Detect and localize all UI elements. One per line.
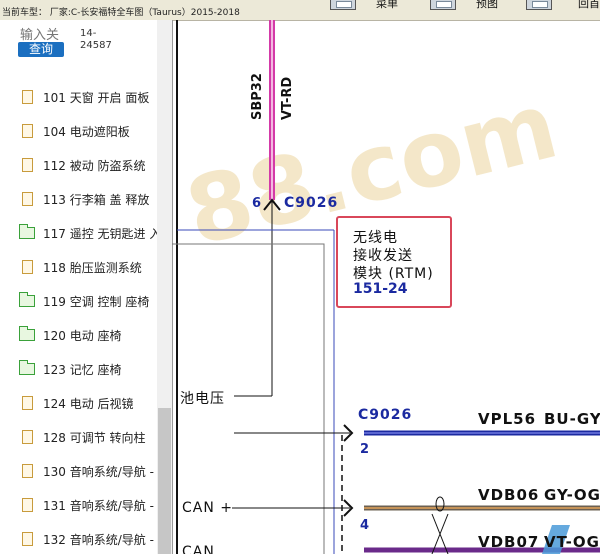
tree-item[interactable]: 101 天窗 开启 面板 (0, 80, 157, 114)
tree-item-label: 131 音响系统/导航 - (43, 499, 154, 513)
tree-item-label: 117 遥控 无钥匙进 入 (43, 227, 162, 241)
tree-item-label: 104 电动遮阳板 (43, 125, 130, 139)
preview-icon (430, 0, 456, 10)
folder-icon (19, 292, 35, 307)
menu-icon (330, 0, 356, 10)
pin2-number: 4 (360, 518, 370, 533)
tree-item[interactable]: 132 音响系统/导航 - (0, 522, 157, 554)
menu-button-label: 菜单 (376, 0, 398, 10)
folder-icon (19, 224, 35, 239)
document-icon (22, 124, 33, 138)
search-input[interactable] (18, 26, 80, 43)
tree-item[interactable]: 112 被动 防盗系统 (0, 148, 157, 182)
folder-icon (19, 326, 35, 341)
document-icon (22, 260, 33, 274)
rtm-line1: 无线电 (353, 230, 398, 246)
wire2-color: GY-OG (544, 486, 600, 504)
rtm-module-box[interactable]: 无线电 接收发送 模块 (RTM) 151-24 (336, 216, 452, 308)
document-icon (22, 498, 33, 512)
document-icon (22, 464, 33, 478)
home-icon (526, 0, 552, 10)
tree-item[interactable]: 104 电动遮阳板 (0, 114, 157, 148)
preview-button-label: 预图 (476, 0, 498, 10)
tree-item-label: 113 行李箱 盖 释放 (43, 193, 150, 207)
connector-right-code: C9026 (358, 407, 413, 423)
tree-item-label: 101 天窗 开启 面板 (43, 91, 150, 105)
diagram-code-line2: 24587 (80, 40, 112, 51)
diagram-code: 14- 24587 (80, 28, 112, 52)
document-icon (22, 396, 33, 410)
search-button[interactable]: 查询 (18, 42, 64, 57)
sidebar: 查询 14- 24587 101 天窗 开启 面板 104 电动遮阳板 112 被动… (0, 20, 173, 554)
wire2-code: VDB06 (478, 486, 540, 504)
tree-item-label: 119 空调 控制 座椅 (43, 295, 150, 309)
wiring-diagram: 88.com SBP32 VT-RD 6 C9026 无线电 接收发送 模块 (… (172, 20, 600, 554)
folder-icon (19, 360, 35, 375)
wire-color-vt-rd: VT-RD (280, 76, 295, 120)
wire3-color: VT-OG (544, 533, 600, 551)
document-icon (22, 430, 33, 444)
document-icon (22, 532, 33, 546)
wire1-color: BU-GY (544, 410, 600, 428)
tree-item[interactable]: 117 遥控 无钥匙进 入 (0, 216, 161, 250)
wire-code-sbp32: SBP32 (250, 73, 265, 120)
wire3-code: VDB07 (478, 533, 540, 551)
tree-item-label: 120 电动 座椅 (43, 329, 122, 343)
document-icon (22, 192, 33, 206)
can-minus-label: CAN (182, 544, 215, 554)
tree-item[interactable]: 128 可调节 转向柱 (0, 420, 157, 454)
tree-item[interactable]: 131 音响系统/导航 - (0, 488, 157, 522)
tree-item-label: 128 可调节 转向柱 (43, 431, 146, 445)
can-plus-label: CAN + (182, 500, 234, 516)
tree-item-label: 132 音响系统/导航 - (43, 533, 154, 547)
tree-item-label: 130 音响系统/导航 - (43, 465, 154, 479)
rtm-line2: 接收发送 (353, 248, 413, 264)
tree-item-label: 123 记忆 座椅 (43, 363, 122, 377)
document-icon (22, 90, 33, 104)
wire1-code: VPL56 (478, 410, 537, 428)
scrollbar-thumb[interactable] (158, 408, 171, 554)
tree-item-label: 112 被动 防盗系统 (43, 159, 146, 173)
tree-item[interactable]: 120 电动 座椅 (0, 318, 157, 352)
home-button-label: 回首 (578, 0, 600, 10)
pin-top-number: 6 (252, 196, 262, 211)
rtm-line3: 模块 (RTM) (353, 266, 434, 282)
tree-item[interactable]: 124 电动 后视镜 (0, 386, 157, 420)
pin1-number: 2 (360, 442, 370, 457)
document-icon (22, 158, 33, 172)
sidebar-scrollbar[interactable] (157, 20, 172, 554)
tree-item[interactable]: 119 空调 控制 座椅 (0, 284, 157, 318)
tree-item-label: 124 电动 后视镜 (43, 397, 134, 411)
tree-item[interactable]: 113 行李箱 盖 释放 (0, 182, 157, 216)
tree-item[interactable]: 118 胎压监测系统 (0, 250, 157, 284)
diagram-code-line1: 14- (80, 28, 97, 39)
top-toolbar: 当前车型： 厂家:C-长安福特全车图（Taurus）2015-2018 菜单 预… (0, 0, 600, 21)
rtm-page-ref[interactable]: 151-24 (353, 281, 408, 297)
current-car-label: 当前车型： 厂家:C-长安福特全车图（Taurus）2015-2018 (2, 8, 240, 18)
battery-voltage-label: 池电压 (180, 391, 225, 407)
tree-item-label: 118 胎压监测系统 (43, 261, 142, 275)
tree-item[interactable]: 130 音响系统/导航 - (0, 454, 157, 488)
connector-top-code: C9026 (284, 195, 339, 211)
tree-item[interactable]: 123 记忆 座椅 (0, 352, 157, 386)
